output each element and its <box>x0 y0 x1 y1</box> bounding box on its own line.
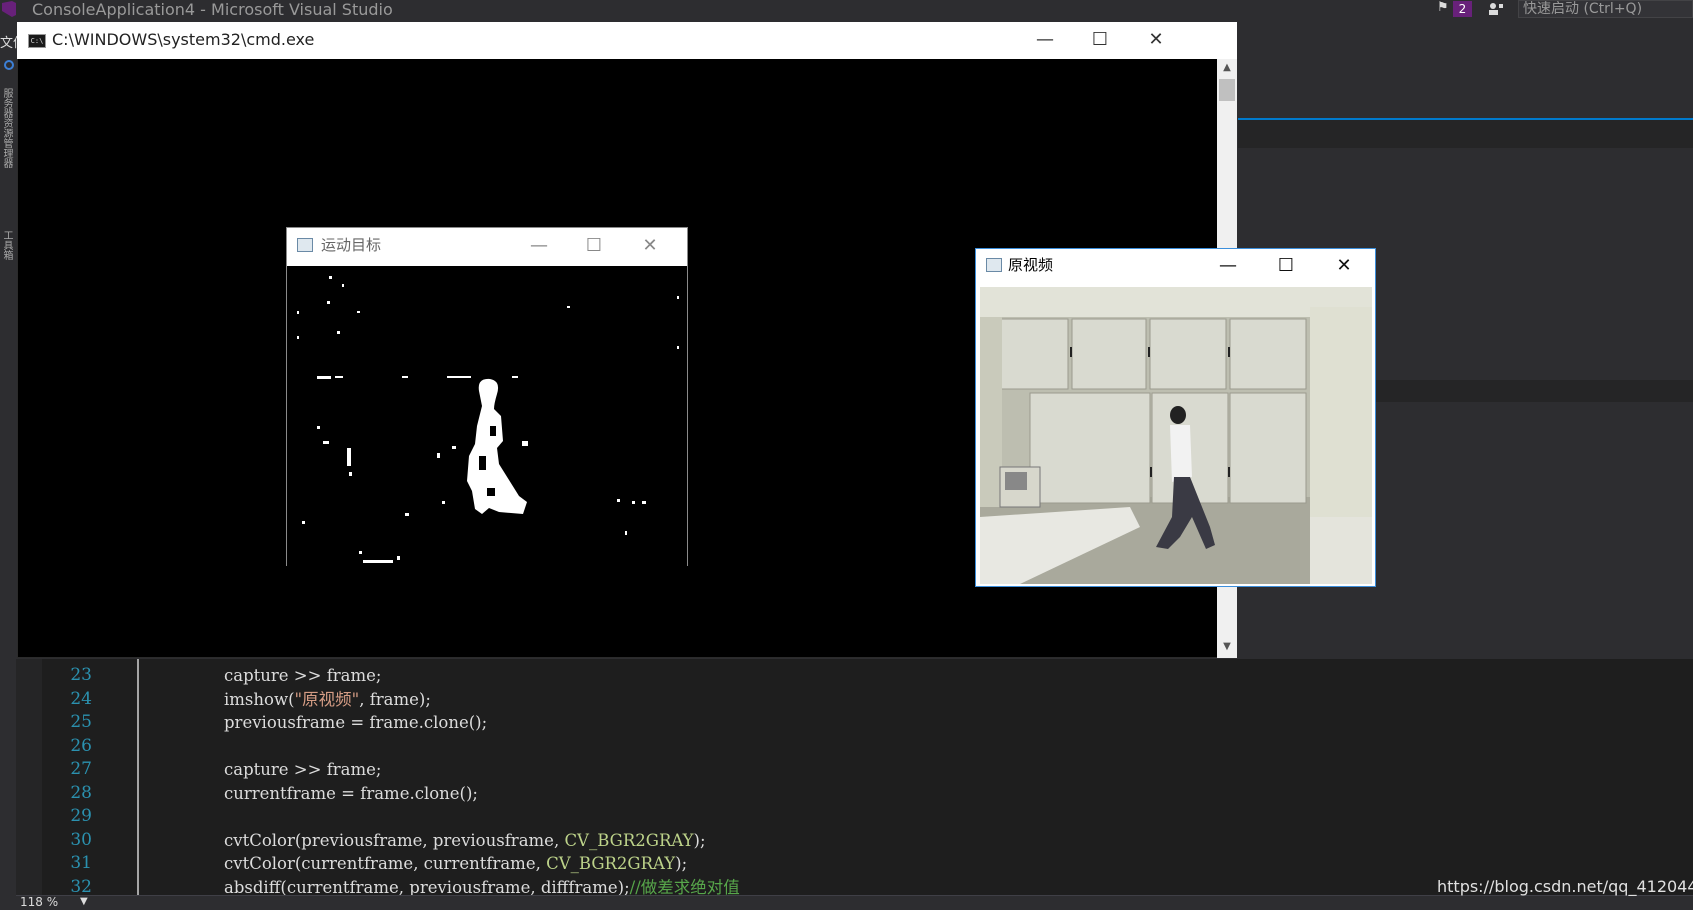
outline-fold-line <box>137 659 139 895</box>
line-number: 25 <box>70 712 92 732</box>
notification-flag-icon[interactable]: ⚑ <box>1437 0 1449 15</box>
scrollbar-thumb[interactable] <box>1219 79 1235 101</box>
line-number: 28 <box>70 782 92 803</box>
orig-minimize-button[interactable]: — <box>1208 251 1248 281</box>
code-line[interactable]: previousframe = frame.clone(); <box>224 711 487 735</box>
window-title: ConsoleApplication4 - Microsoft Visual S… <box>32 0 393 19</box>
toolbox-tab[interactable]: 工具箱 <box>0 230 14 280</box>
code-line[interactable]: currentframe = frame.clone(); <box>224 782 478 806</box>
cmd-close-button[interactable]: ✕ <box>1136 25 1176 55</box>
line-number: 26 <box>70 735 92 756</box>
code-token: imshow( <box>224 689 295 709</box>
code-token: , frame); <box>359 689 431 709</box>
editor-status-bar <box>16 895 1693 910</box>
scroll-down-arrow-icon[interactable]: ▼ <box>1217 638 1237 656</box>
notification-count-badge[interactable]: 2 <box>1453 1 1472 17</box>
visual-studio-logo-icon <box>2 1 16 17</box>
original-video-frame-image <box>980 287 1372 584</box>
code-token: cvtColor(previousframe, previousframe, <box>224 830 565 850</box>
watermark-url: https://blog.csdn.net/qq_41204464 <box>1437 877 1693 896</box>
scroll-up-arrow-icon[interactable]: ▲ <box>1217 59 1237 77</box>
line-number: 24 <box>70 688 92 709</box>
cmd-window-title: C:\WINDOWS\system32\cmd.exe <box>52 30 315 49</box>
code-line[interactable]: cvtColor(previousframe, previousframe, C… <box>224 829 706 853</box>
window-app-icon <box>986 258 1002 272</box>
zoom-level[interactable]: 118 % <box>20 895 58 909</box>
original-video-window-title: 原视频 <box>1008 256 1054 274</box>
code-line[interactable]: cvtColor(currentframe, currentframe, CV_… <box>224 852 687 876</box>
cmd-maximize-button[interactable]: ☐ <box>1080 25 1120 55</box>
code-token: cvtColor(currentframe, currentframe, <box>224 854 547 873</box>
motion-close-button[interactable]: ✕ <box>630 231 670 261</box>
code-line[interactable]: imshow("原视频", frame); <box>224 688 431 712</box>
motion-mask-image <box>287 266 687 566</box>
editor-tab-strip <box>1238 120 1693 148</box>
account-icon[interactable] <box>1488 2 1504 16</box>
window-app-icon <box>297 238 313 252</box>
editor-indicator-margin <box>16 659 42 895</box>
string-literal: "原视频" <box>294 689 360 709</box>
zoom-dropdown-arrow-icon[interactable]: ▼ <box>80 896 88 907</box>
code-token: ); <box>693 830 706 850</box>
code-token: ); <box>675 854 688 873</box>
code-comment: //做差求绝对值 <box>629 877 740 897</box>
cmd-minimize-button[interactable]: — <box>1025 25 1065 55</box>
line-number: 23 <box>70 665 92 685</box>
server-explorer-tab[interactable]: 服务器资源管理器 <box>0 88 14 218</box>
orig-close-button[interactable]: ✕ <box>1324 251 1364 281</box>
line-number: 27 <box>70 759 92 779</box>
line-number: 30 <box>70 829 92 850</box>
motion-window-title: 运动目标 <box>321 236 382 254</box>
motion-minimize-button[interactable]: — <box>519 231 559 261</box>
code-line[interactable]: capture >> frame; <box>224 758 382 782</box>
macro-token: CV_BGR2GRAY <box>564 830 694 850</box>
refresh-icon[interactable] <box>4 60 14 70</box>
code-token: absdiff(currentframe, previousframe, dif… <box>224 877 630 897</box>
motion-maximize-button[interactable]: ☐ <box>574 231 614 261</box>
line-number: 29 <box>70 806 92 826</box>
cmd-app-icon: C:\ <box>28 34 46 48</box>
line-number: 31 <box>70 853 92 873</box>
orig-maximize-button[interactable]: ☐ <box>1266 251 1306 281</box>
quick-launch-input[interactable]: 快速启动 (Ctrl+Q) <box>1518 0 1693 18</box>
code-line[interactable]: capture >> frame; <box>224 664 382 688</box>
macro-token: CV_BGR2GRAY <box>546 854 676 873</box>
